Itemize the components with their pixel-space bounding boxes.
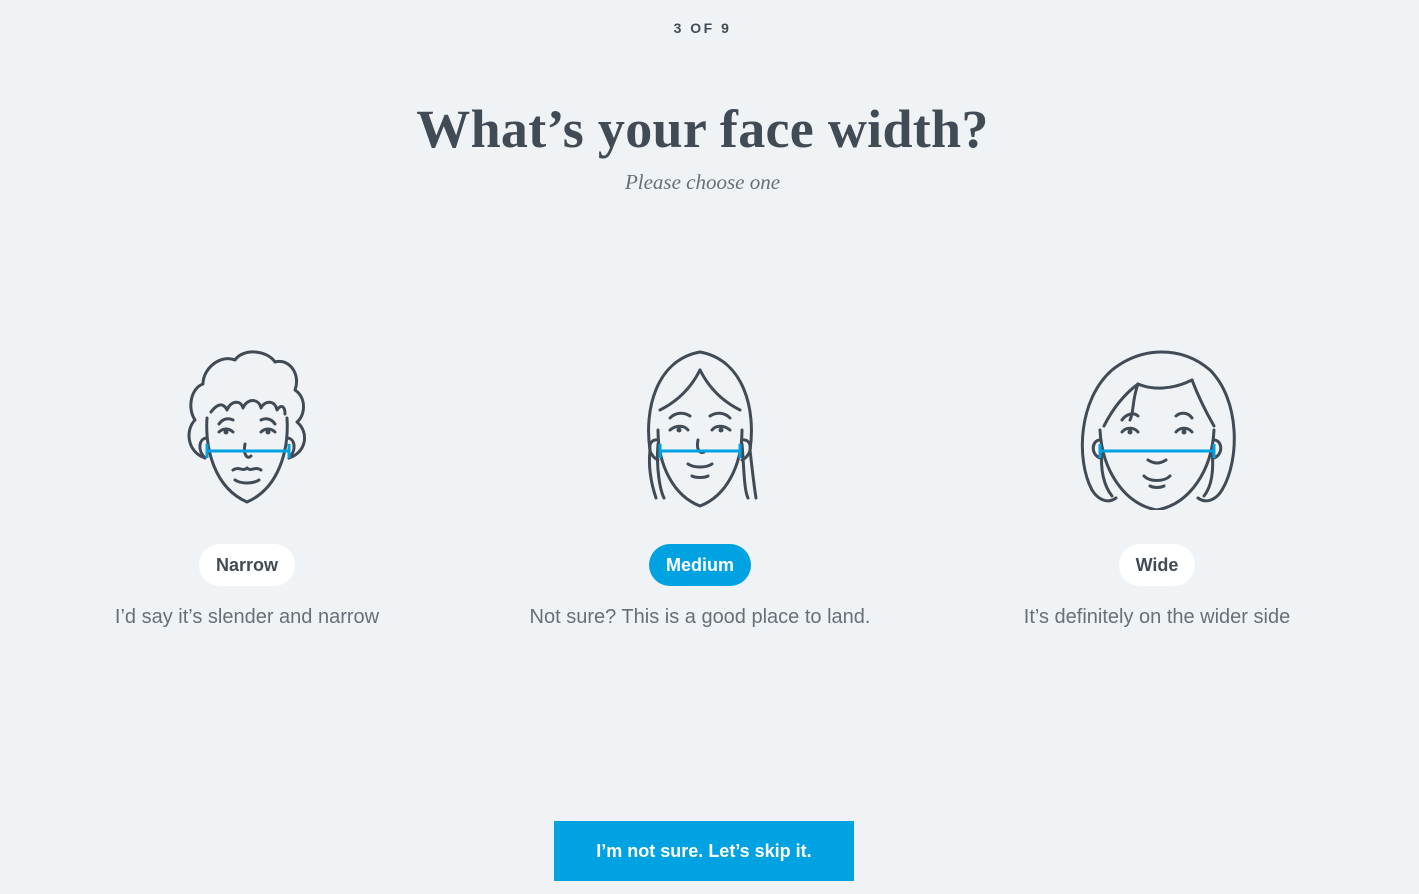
wide-face-icon <box>1080 350 1236 510</box>
option-narrow-label[interactable]: Narrow <box>198 544 295 586</box>
page-subtitle: Please choose one <box>624 170 781 194</box>
step-indicator: 3 OF 9 <box>673 20 732 36</box>
option-wide-label[interactable]: Wide <box>1118 544 1196 586</box>
medium-face-icon <box>647 350 758 508</box>
quiz-page: 3 OF 9 What’s your face width? Please ch… <box>0 0 1419 894</box>
option-medium-description: Not sure? This is a good place to land. <box>529 606 871 628</box>
option-narrow[interactable]: Narrow I’d say it’s slender and narrow <box>67 340 427 629</box>
option-wide-description: It’s definitely on the wider side <box>1023 606 1291 628</box>
page-title: What’s your face width? <box>416 99 989 159</box>
option-medium-label[interactable]: Medium <box>648 544 751 586</box>
option-narrow-description: I’d say it’s slender and narrow <box>114 606 380 628</box>
option-wide[interactable]: Wide It’s definitely on the wider side <box>977 340 1337 629</box>
skip-button[interactable]: I’m not sure. Let’s skip it. <box>554 821 854 881</box>
option-medium[interactable]: Medium Not sure? This is a good place to… <box>520 340 880 629</box>
narrow-face-icon <box>187 350 306 504</box>
